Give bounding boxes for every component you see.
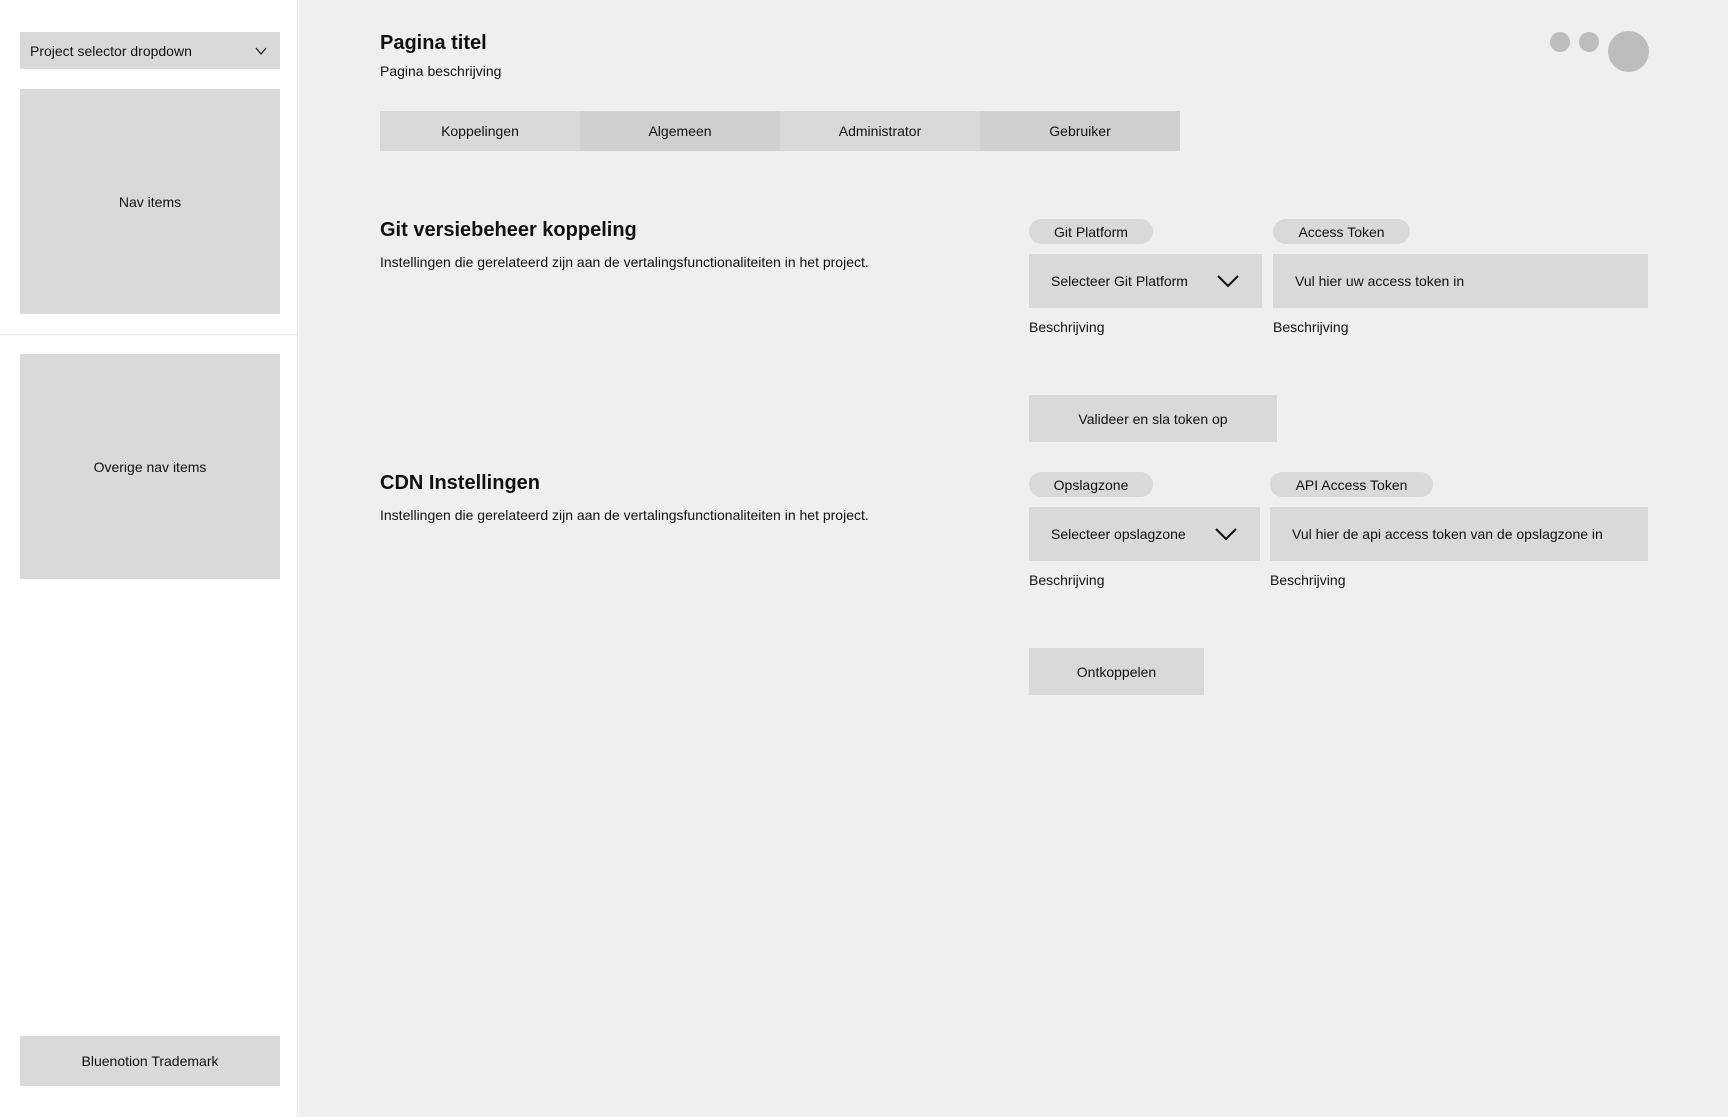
chevron-down-icon <box>1215 528 1237 541</box>
chevron-down-icon <box>255 47 267 55</box>
notification-icon[interactable] <box>1550 32 1570 52</box>
storage-zone-label: Opslagzone <box>1029 472 1153 497</box>
api-access-token-field[interactable] <box>1292 526 1626 542</box>
sidebar-divider <box>0 334 298 335</box>
git-platform-label: Git Platform <box>1029 219 1153 244</box>
validate-save-token-button[interactable]: Valideer en sla token op <box>1029 395 1277 442</box>
cdn-section-title: CDN Instellingen <box>380 472 541 494</box>
project-selector-label: Project selector dropdown <box>30 42 192 59</box>
nav-items-label: Nav items <box>118 193 182 210</box>
trademark: Bluenotion Trademark <box>20 1036 280 1086</box>
api-access-token-input[interactable] <box>1270 507 1648 561</box>
chevron-down-icon <box>1217 275 1239 288</box>
storage-zone-select[interactable]: Selecteer opslagzone <box>1029 507 1260 561</box>
disconnect-button[interactable]: Ontkoppelen <box>1029 648 1204 695</box>
git-platform-select[interactable]: Selecteer Git Platform <box>1029 254 1262 308</box>
other-nav-items[interactable]: Overige nav items <box>20 354 280 579</box>
api-access-token-helper: Beschrijving <box>1270 572 1346 588</box>
page-description: Pagina beschrijving <box>380 63 502 79</box>
storage-zone-helper: Beschrijving <box>1029 572 1105 588</box>
main-content: Pagina titel Pagina beschrijving Koppeli… <box>299 0 1728 1117</box>
page-title: Pagina titel <box>380 32 487 54</box>
git-platform-placeholder: Selecteer Git Platform <box>1051 273 1188 289</box>
tab-administrator[interactable]: Administrator <box>780 111 980 151</box>
tab-koppelingen[interactable]: Koppelingen <box>380 111 580 151</box>
access-token-input[interactable] <box>1273 254 1648 308</box>
trademark-label: Bluenotion Trademark <box>81 1053 219 1069</box>
settings-icon[interactable] <box>1579 32 1599 52</box>
api-access-token-label: API Access Token <box>1270 472 1433 497</box>
project-selector-dropdown[interactable]: Project selector dropdown <box>20 32 280 69</box>
storage-zone-placeholder: Selecteer opslagzone <box>1051 526 1186 542</box>
cdn-section-description: Instellingen die gerelateerd zijn aan de… <box>380 507 869 523</box>
avatar[interactable] <box>1608 31 1649 72</box>
access-token-helper: Beschrijving <box>1273 319 1349 335</box>
access-token-field[interactable] <box>1295 273 1626 289</box>
sidebar: Project selector dropdown Nav items Over… <box>0 0 298 1117</box>
nav-items[interactable]: Nav items <box>20 89 280 314</box>
other-nav-items-label: Overige nav items <box>93 458 207 475</box>
git-section-title: Git versiebeheer koppeling <box>380 219 637 241</box>
tab-gebruiker[interactable]: Gebruiker <box>980 111 1180 151</box>
access-token-label: Access Token <box>1273 219 1410 244</box>
git-platform-helper: Beschrijving <box>1029 319 1105 335</box>
tab-bar: Koppelingen Algemeen Administrator Gebru… <box>380 111 1180 151</box>
tab-algemeen[interactable]: Algemeen <box>580 111 780 151</box>
git-section-description: Instellingen die gerelateerd zijn aan de… <box>380 254 869 270</box>
